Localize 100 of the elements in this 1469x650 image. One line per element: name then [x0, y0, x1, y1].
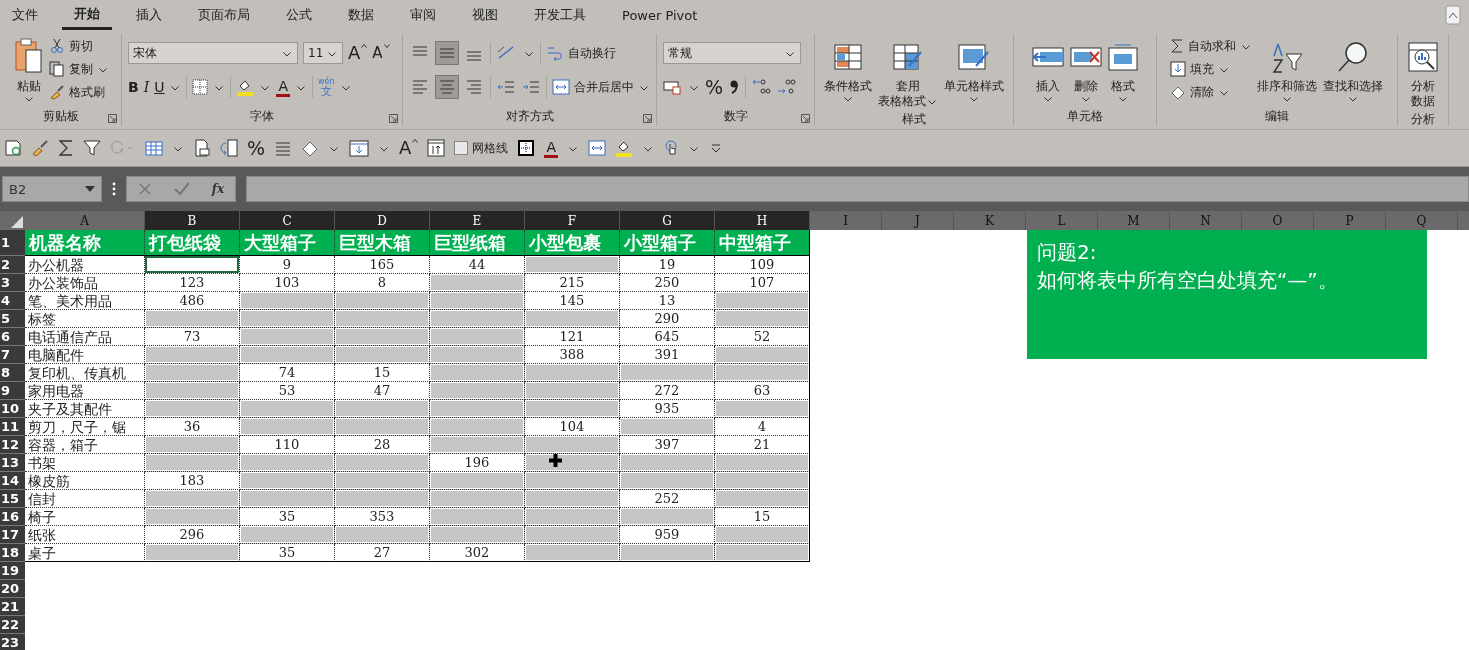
table-cell[interactable]: 纸张 — [25, 526, 145, 544]
caret-icon[interactable] — [171, 86, 180, 91]
table-cell[interactable] — [335, 490, 430, 508]
fill-down-icon[interactable] — [349, 139, 370, 157]
more-icon[interactable] — [112, 182, 116, 196]
table-cell[interactable] — [430, 310, 525, 328]
column-header[interactable]: F — [525, 211, 620, 230]
select-all-icon[interactable] — [11, 216, 23, 228]
row-header[interactable]: 6 — [0, 328, 25, 346]
column-header[interactable]: E — [430, 211, 525, 230]
row-header[interactable]: 21 — [0, 598, 25, 616]
find-select-button[interactable]: 查找和选择 — [1322, 36, 1384, 104]
column-header[interactable]: K — [954, 211, 1026, 230]
table-cell[interactable] — [240, 418, 335, 436]
table-cell[interactable] — [335, 526, 430, 544]
column-header[interactable]: B — [145, 211, 240, 230]
format-as-table-button[interactable]: 套用 表格格式 — [877, 36, 939, 111]
percent-button[interactable]: % — [247, 139, 266, 157]
table-cell[interactable]: 272 — [620, 382, 715, 400]
cut-button[interactable]: 剪切 — [48, 36, 109, 56]
autosum-button[interactable]: 自动求和 — [1170, 36, 1252, 56]
table-cell[interactable] — [335, 418, 430, 436]
table-cell[interactable] — [240, 472, 335, 490]
dialog-launcher-icon[interactable] — [801, 114, 810, 123]
table-cell[interactable]: 121 — [525, 328, 620, 346]
caret-icon[interactable] — [341, 86, 350, 91]
name-box[interactable]: B2 — [2, 176, 102, 202]
table-cell[interactable] — [620, 544, 715, 562]
insert-function-button[interactable]: fx — [211, 182, 225, 196]
table-cell[interactable] — [620, 454, 715, 472]
table-cell[interactable] — [715, 454, 810, 472]
table-icon[interactable] — [145, 139, 163, 157]
clear-button[interactable]: 清除 — [1170, 82, 1252, 102]
table-cell[interactable] — [525, 256, 620, 274]
save-icon[interactable] — [4, 139, 22, 157]
sort-filter-button[interactable]: 排序和筛选 — [1256, 36, 1318, 104]
table-cell[interactable] — [335, 346, 430, 364]
row-header[interactable]: 3 — [0, 274, 25, 292]
table-cell[interactable]: 剪刀，尺子，锯 — [25, 418, 145, 436]
table-cell[interactable]: 35 — [240, 544, 335, 562]
table-cell[interactable] — [430, 418, 525, 436]
format-painter-button[interactable]: 格式刷 — [48, 82, 109, 102]
table-cell[interactable] — [335, 472, 430, 490]
table-cell[interactable] — [240, 292, 335, 310]
row-header[interactable]: 7 — [0, 346, 25, 364]
increase-decimal-icon[interactable] — [751, 78, 772, 96]
font-color-button[interactable]: A — [544, 138, 558, 158]
ribbon-tab[interactable]: 公式 — [274, 0, 324, 30]
table-cell[interactable] — [335, 310, 430, 328]
table-cell[interactable] — [525, 490, 620, 508]
table-cell[interactable] — [335, 292, 430, 310]
table-cell[interactable] — [145, 256, 240, 274]
column-header[interactable]: D — [335, 211, 430, 230]
increase-font-button[interactable]: A — [399, 139, 419, 157]
table-cell[interactable] — [145, 346, 240, 364]
cell-styles-button[interactable]: 单元格样式 — [943, 36, 1005, 104]
table-cell[interactable] — [715, 292, 810, 310]
currency-icon[interactable] — [663, 79, 683, 95]
row-header[interactable]: 15 — [0, 490, 25, 508]
analyze-data-button[interactable]: 分析 数据 — [1407, 36, 1439, 111]
insert-button[interactable]: 插入 — [1031, 36, 1065, 104]
refresh-icon[interactable] — [220, 139, 238, 157]
caret-icon[interactable] — [690, 86, 698, 91]
increase-font-button[interactable]: A — [348, 44, 368, 62]
caret-icon[interactable] — [330, 147, 339, 152]
table-cell[interactable] — [525, 400, 620, 418]
merge-icon[interactable] — [587, 139, 606, 157]
table-cell[interactable]: 123 — [145, 274, 240, 292]
table-cell[interactable] — [715, 364, 810, 382]
table-cell[interactable] — [525, 436, 620, 454]
table-cell[interactable] — [430, 490, 525, 508]
table-cell[interactable] — [430, 328, 525, 346]
table-cell[interactable] — [715, 490, 810, 508]
font-name-dropdown[interactable]: 宋体 — [128, 42, 298, 64]
table-cell[interactable] — [240, 526, 335, 544]
format-button[interactable]: 格式 — [1107, 36, 1139, 104]
row-header[interactable]: 17 — [0, 526, 25, 544]
row-header[interactable]: 19 — [0, 562, 25, 580]
table-cell[interactable] — [620, 472, 715, 490]
caret-icon[interactable] — [297, 86, 306, 91]
table-cell[interactable] — [525, 544, 620, 562]
row-header[interactable]: 2 — [0, 256, 25, 274]
table-cell[interactable] — [715, 310, 810, 328]
table-cell[interactable] — [715, 400, 810, 418]
row-header[interactable]: 10 — [0, 400, 25, 418]
table-cell[interactable] — [525, 364, 620, 382]
table-cell[interactable] — [145, 400, 240, 418]
percent-button[interactable]: % — [705, 78, 724, 96]
filter-icon[interactable] — [83, 139, 101, 157]
table-cell[interactable] — [240, 400, 335, 418]
caret-icon[interactable] — [261, 86, 270, 91]
table-cell[interactable] — [525, 472, 620, 490]
table-cell[interactable] — [620, 364, 715, 382]
table-cell[interactable]: 27 — [335, 544, 430, 562]
dialog-launcher-icon[interactable] — [643, 114, 652, 123]
row-header[interactable]: 18 — [0, 544, 25, 562]
dialog-launcher-icon[interactable] — [108, 114, 117, 123]
table-cell[interactable] — [430, 400, 525, 418]
table-cell[interactable] — [335, 400, 430, 418]
table-cell[interactable] — [525, 310, 620, 328]
